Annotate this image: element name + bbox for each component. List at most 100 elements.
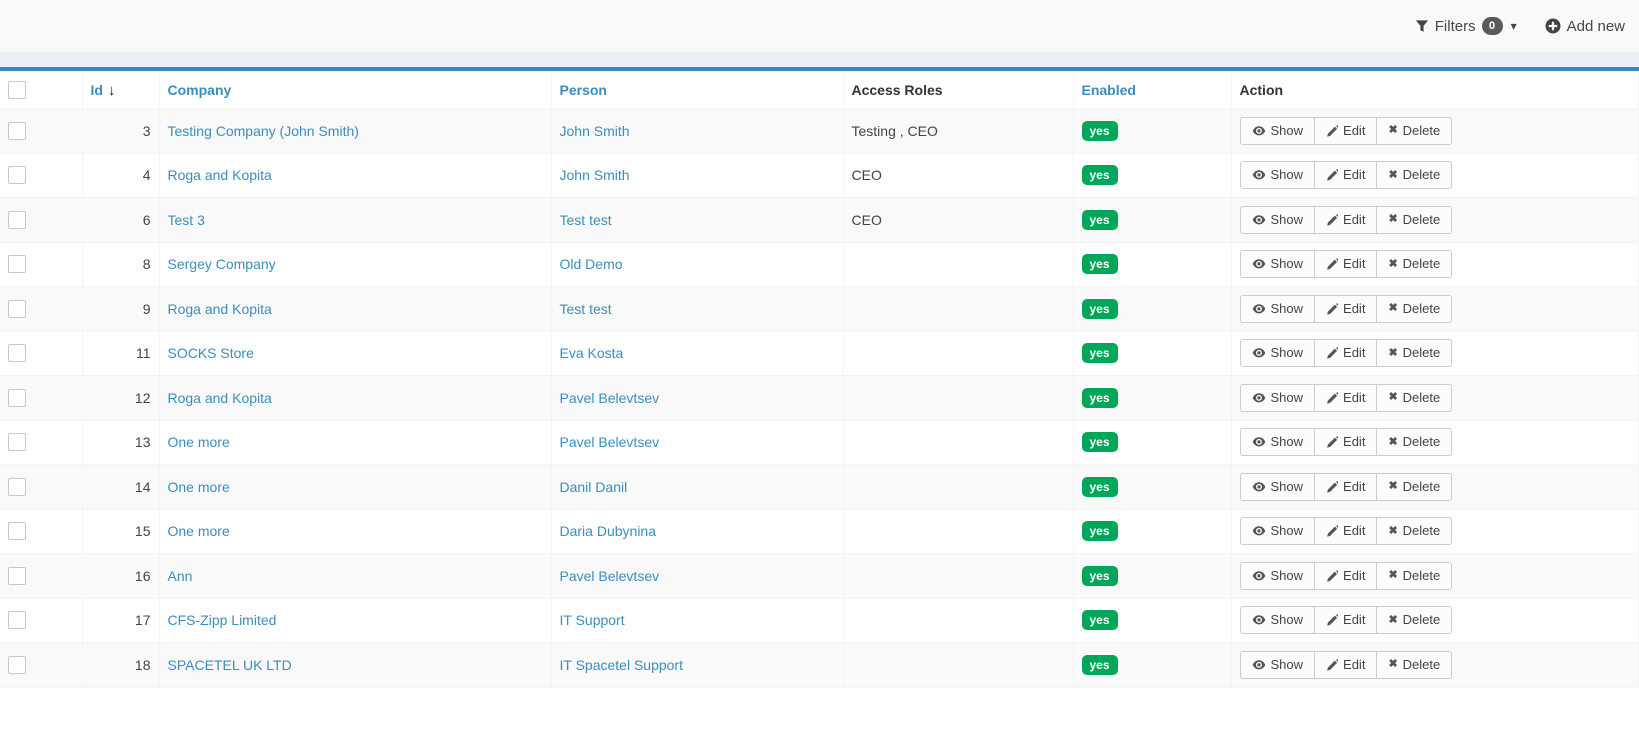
table-row: 8 Sergey Company Old Demo yes Show: [0, 242, 1639, 287]
row-checkbox[interactable]: [8, 433, 26, 451]
delete-button[interactable]: ✖ Delete: [1376, 384, 1452, 412]
company-link[interactable]: Roga and Kopita: [168, 390, 272, 406]
company-link[interactable]: SPACETEL UK LTD: [168, 657, 292, 673]
row-id: 18: [82, 643, 159, 688]
row-checkbox[interactable]: [8, 166, 26, 184]
edit-button[interactable]: Edit: [1314, 117, 1377, 145]
row-checkbox[interactable]: [8, 255, 26, 273]
delete-button[interactable]: ✖ Delete: [1376, 517, 1452, 545]
row-checkbox[interactable]: [8, 656, 26, 674]
filters-dropdown-toggle[interactable]: Filters 0 ▾: [1415, 17, 1517, 35]
show-button[interactable]: Show: [1240, 651, 1316, 679]
edit-button-label: Edit: [1343, 212, 1365, 228]
sort-link-company[interactable]: Company: [168, 82, 232, 98]
row-id: 14: [82, 465, 159, 510]
delete-button[interactable]: ✖ Delete: [1376, 339, 1452, 367]
company-link[interactable]: One more: [168, 523, 230, 539]
delete-button[interactable]: ✖ Delete: [1376, 473, 1452, 501]
company-link[interactable]: Sergey Company: [168, 256, 276, 272]
sort-link-id[interactable]: Id: [91, 82, 103, 98]
person-link[interactable]: IT Support: [560, 612, 625, 628]
company-link[interactable]: Test 3: [168, 212, 205, 228]
row-checkbox[interactable]: [8, 389, 26, 407]
person-link[interactable]: John Smith: [560, 123, 630, 139]
person-link[interactable]: John Smith: [560, 167, 630, 183]
edit-button[interactable]: Edit: [1314, 473, 1377, 501]
show-button[interactable]: Show: [1240, 384, 1316, 412]
edit-button[interactable]: Edit: [1314, 339, 1377, 367]
pencil-icon: [1326, 258, 1338, 270]
sort-link-person[interactable]: Person: [560, 82, 607, 98]
company-link[interactable]: Ann: [168, 568, 193, 584]
show-button[interactable]: Show: [1240, 606, 1316, 634]
row-checkbox[interactable]: [8, 300, 26, 318]
edit-button[interactable]: Edit: [1314, 517, 1377, 545]
edit-button[interactable]: Edit: [1314, 384, 1377, 412]
delete-button[interactable]: ✖ Delete: [1376, 562, 1452, 590]
company-link[interactable]: One more: [168, 479, 230, 495]
show-button[interactable]: Show: [1240, 206, 1316, 234]
add-new-button[interactable]: Add new: [1545, 18, 1625, 35]
edit-button-label: Edit: [1343, 390, 1365, 406]
sort-link-enabled[interactable]: Enabled: [1082, 82, 1136, 98]
row-access-roles: [843, 376, 1073, 421]
company-link[interactable]: One more: [168, 434, 230, 450]
company-link[interactable]: Roga and Kopita: [168, 301, 272, 317]
company-link[interactable]: CFS-Zipp Limited: [168, 612, 277, 628]
row-checkbox[interactable]: [8, 567, 26, 585]
enabled-badge: yes: [1082, 254, 1118, 274]
row-checkbox[interactable]: [8, 211, 26, 229]
delete-button[interactable]: ✖ Delete: [1376, 606, 1452, 634]
person-link[interactable]: Danil Danil: [560, 479, 628, 495]
row-checkbox[interactable]: [8, 344, 26, 362]
delete-button-label: Delete: [1403, 479, 1441, 495]
action-button-group: Show Edit ✖ Delete: [1240, 206, 1453, 234]
show-button[interactable]: Show: [1240, 295, 1316, 323]
person-link[interactable]: Pavel Belevtsev: [560, 390, 660, 406]
person-link[interactable]: Daria Dubynina: [560, 523, 657, 539]
show-button[interactable]: Show: [1240, 161, 1316, 189]
show-button[interactable]: Show: [1240, 517, 1316, 545]
enabled-badge: yes: [1082, 121, 1118, 141]
person-link[interactable]: Test test: [560, 212, 612, 228]
delete-button[interactable]: ✖ Delete: [1376, 117, 1452, 145]
edit-button[interactable]: Edit: [1314, 250, 1377, 278]
person-link[interactable]: Pavel Belevtsev: [560, 434, 660, 450]
person-link[interactable]: Old Demo: [560, 256, 623, 272]
person-link[interactable]: IT Spacetel Support: [560, 657, 683, 673]
edit-button[interactable]: Edit: [1314, 161, 1377, 189]
delete-button[interactable]: ✖ Delete: [1376, 295, 1452, 323]
company-link[interactable]: SOCKS Store: [168, 345, 254, 361]
row-checkbox[interactable]: [8, 522, 26, 540]
edit-button[interactable]: Edit: [1314, 562, 1377, 590]
edit-button[interactable]: Edit: [1314, 428, 1377, 456]
show-button[interactable]: Show: [1240, 473, 1316, 501]
select-all-cell: [0, 72, 82, 109]
delete-button[interactable]: ✖ Delete: [1376, 250, 1452, 278]
show-button[interactable]: Show: [1240, 428, 1316, 456]
person-link[interactable]: Pavel Belevtsev: [560, 568, 660, 584]
delete-button[interactable]: ✖ Delete: [1376, 651, 1452, 679]
row-checkbox[interactable]: [8, 611, 26, 629]
select-all-checkbox[interactable]: [8, 81, 26, 99]
company-link[interactable]: Testing Company (John Smith): [168, 123, 359, 139]
company-link[interactable]: Roga and Kopita: [168, 167, 272, 183]
edit-button[interactable]: Edit: [1314, 651, 1377, 679]
delete-button[interactable]: ✖ Delete: [1376, 161, 1452, 189]
person-link[interactable]: Test test: [560, 301, 612, 317]
edit-button[interactable]: Edit: [1314, 206, 1377, 234]
row-checkbox[interactable]: [8, 122, 26, 140]
row-checkbox[interactable]: [8, 478, 26, 496]
row-access-roles: CEO: [843, 153, 1073, 198]
delete-button[interactable]: ✖ Delete: [1376, 206, 1452, 234]
edit-button[interactable]: Edit: [1314, 295, 1377, 323]
row-enabled-cell: yes: [1073, 287, 1231, 332]
show-button[interactable]: Show: [1240, 250, 1316, 278]
action-button-group: Show Edit ✖ Delete: [1240, 117, 1453, 145]
show-button[interactable]: Show: [1240, 117, 1316, 145]
show-button[interactable]: Show: [1240, 339, 1316, 367]
person-link[interactable]: Eva Kosta: [560, 345, 624, 361]
edit-button[interactable]: Edit: [1314, 606, 1377, 634]
show-button[interactable]: Show: [1240, 562, 1316, 590]
delete-button[interactable]: ✖ Delete: [1376, 428, 1452, 456]
